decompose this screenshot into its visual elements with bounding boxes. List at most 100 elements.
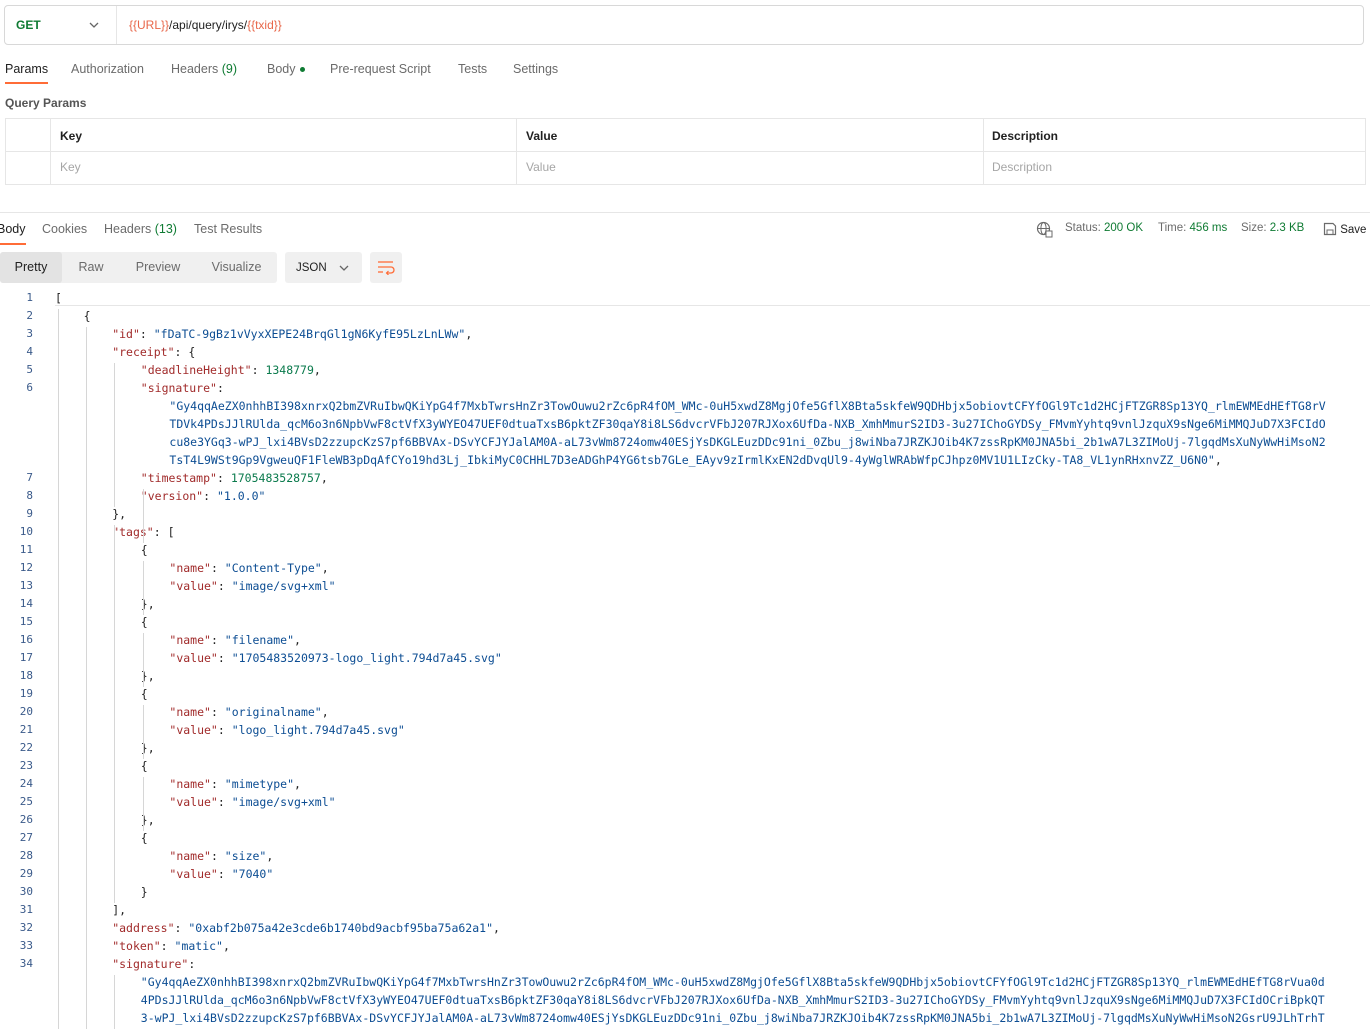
code-line: {: [141, 613, 148, 631]
save-response-button[interactable]: Save: [1323, 222, 1366, 236]
line-number: 34: [19, 957, 33, 970]
key-input[interactable]: Key: [60, 160, 81, 174]
column-header-description: Description: [992, 129, 1059, 143]
code-token: "value": [169, 867, 218, 881]
code-line: "receipt": {: [112, 343, 195, 361]
line-number: 33: [19, 939, 33, 952]
indent-guide: [114, 975, 115, 1029]
code-token: "image/svg+xml": [231, 795, 336, 809]
code-token: :: [217, 795, 232, 809]
view-visualize-button[interactable]: Visualize: [196, 252, 277, 283]
tab-prerequest-script[interactable]: Pre-request Script: [330, 62, 431, 76]
url-variable: {{URL}}: [129, 18, 170, 32]
view-pretty-button[interactable]: Pretty: [0, 252, 62, 283]
code-line: 3-wPJ_lxi4BVsD2zzupcKzS7pf6BBVAx-DSvYCFJ…: [141, 1009, 1325, 1027]
response-tab-cookies[interactable]: Cookies: [42, 222, 87, 236]
column-header-key: Key: [60, 129, 83, 143]
line-number: 17: [19, 651, 33, 664]
code-token: }: [140, 885, 148, 899]
code-token: :: [251, 363, 266, 377]
code-token: "7040": [231, 867, 274, 881]
code-token: :: [217, 651, 232, 665]
code-token: ,: [465, 327, 473, 341]
line-number: 9: [26, 507, 33, 520]
code-token: ,: [294, 633, 301, 647]
response-headers-count: (13): [154, 222, 177, 236]
indent-guide: [58, 309, 59, 1029]
url-input[interactable]: {{URL}}/api/query/irys/{{txid}}: [129, 18, 282, 32]
tab-settings[interactable]: Settings: [513, 62, 558, 76]
code-line: "id": "fDaTC-9gBz1vVyxXEPE24BrqGl1gN6Kyf…: [112, 325, 472, 343]
size-label: Size:: [1241, 222, 1267, 234]
code-token: "matic": [174, 939, 223, 953]
method-select[interactable]: GET: [5, 6, 117, 44]
line-number: 1: [26, 291, 33, 304]
view-mode-group: Pretty Raw Preview Visualize: [0, 252, 277, 283]
code-token: 1348779: [265, 363, 314, 377]
response-headers-label: Headers: [104, 222, 152, 236]
line-number: 16: [19, 633, 33, 646]
line-number: 13: [19, 579, 33, 592]
line-number: 30: [19, 885, 33, 898]
table-divider: [50, 119, 51, 184]
line-number: 22: [19, 741, 33, 754]
code-token: "name": [169, 705, 211, 719]
response-tab-body[interactable]: Body: [0, 222, 26, 236]
code-token: "deadlineHeight": [140, 363, 252, 377]
code-line: TsT4L9WSt9Gp9VgweuQF1FleWB3pDqAfCYo19hd3…: [169, 451, 1221, 469]
tab-params[interactable]: Params: [5, 62, 48, 76]
tab-tests[interactable]: Tests: [458, 62, 487, 76]
tab-authorization[interactable]: Authorization: [71, 62, 144, 76]
code-token: "value": [169, 723, 218, 737]
code-line: "name": "originalname",: [169, 703, 328, 721]
code-token: {: [140, 759, 148, 773]
code-token: "size": [224, 849, 267, 863]
line-number: 24: [19, 777, 33, 790]
view-preview-button[interactable]: Preview: [120, 252, 196, 283]
line-number: 2: [26, 309, 33, 322]
code-line: "Gy4qqAeZX0nhhBI398xnrxQ2bmZVRuIbwQKiYpG…: [141, 973, 1325, 991]
size-value: 2.3 KB: [1269, 222, 1305, 234]
value-input[interactable]: Value: [526, 160, 556, 174]
description-input[interactable]: Description: [992, 160, 1052, 174]
format-select[interactable]: JSON: [285, 252, 362, 283]
tab-headers[interactable]: Headers (9): [171, 62, 237, 76]
response-tab-headers[interactable]: Headers (13): [104, 222, 177, 236]
table-divider: [983, 119, 984, 184]
code-token: :: [217, 723, 232, 737]
tab-headers-count: (9): [221, 62, 238, 76]
wrap-lines-icon: [378, 261, 395, 275]
code-token: "Content-Type": [224, 561, 322, 575]
code-line: "version": "1.0.0": [141, 487, 266, 505]
code-token: TsT4L9WSt9Gp9VgweuQF1FleWB3pDqAfCYo19hd3…: [169, 453, 1215, 467]
code-token: :: [203, 489, 217, 503]
code-line: "deadlineHeight": 1348779,: [141, 361, 321, 379]
indent-guide: [143, 489, 144, 543]
response-body-viewer[interactable]: 1 [2 {3 "id": "fDaTC-9gBz1vVyxXEPE24BrqGl1g…: [0, 289, 1370, 1031]
code-line: "address": "0xabf2b075a42e3cde6b1740bd9a…: [112, 919, 500, 937]
code-line: ],: [112, 901, 126, 919]
line-number: 21: [19, 723, 33, 736]
code-token: ,: [1214, 453, 1222, 467]
tab-body[interactable]: Body: [267, 62, 305, 76]
response-tab-test-results[interactable]: Test Results: [194, 222, 262, 236]
code-token: "logo_light.794d7a45.svg": [231, 723, 405, 737]
line-number: 23: [19, 759, 33, 772]
indent-guide: [143, 633, 144, 687]
code-line: "name": "mimetype",: [169, 775, 301, 793]
globe-icon[interactable]: [1036, 221, 1053, 238]
column-header-value: Value: [526, 129, 558, 143]
indent-guide: [114, 525, 115, 903]
wrap-lines-button[interactable]: [370, 252, 402, 283]
view-raw-button[interactable]: Raw: [62, 252, 120, 283]
tab-headers-label: Headers: [171, 62, 219, 76]
line-number: 4: [26, 345, 33, 358]
line-number: 28: [19, 849, 33, 862]
line-number: 7: [26, 471, 33, 484]
code-token: "receipt": [112, 345, 175, 359]
code-line: "name": "size",: [169, 847, 273, 865]
code-line: "Gy4qqAeZX0nhhBI398xnrxQ2bmZVRuIbwQKiYpG…: [169, 397, 1325, 415]
code-token: ,: [320, 471, 328, 485]
code-token: [: [55, 291, 62, 305]
code-token: ,: [493, 921, 500, 935]
